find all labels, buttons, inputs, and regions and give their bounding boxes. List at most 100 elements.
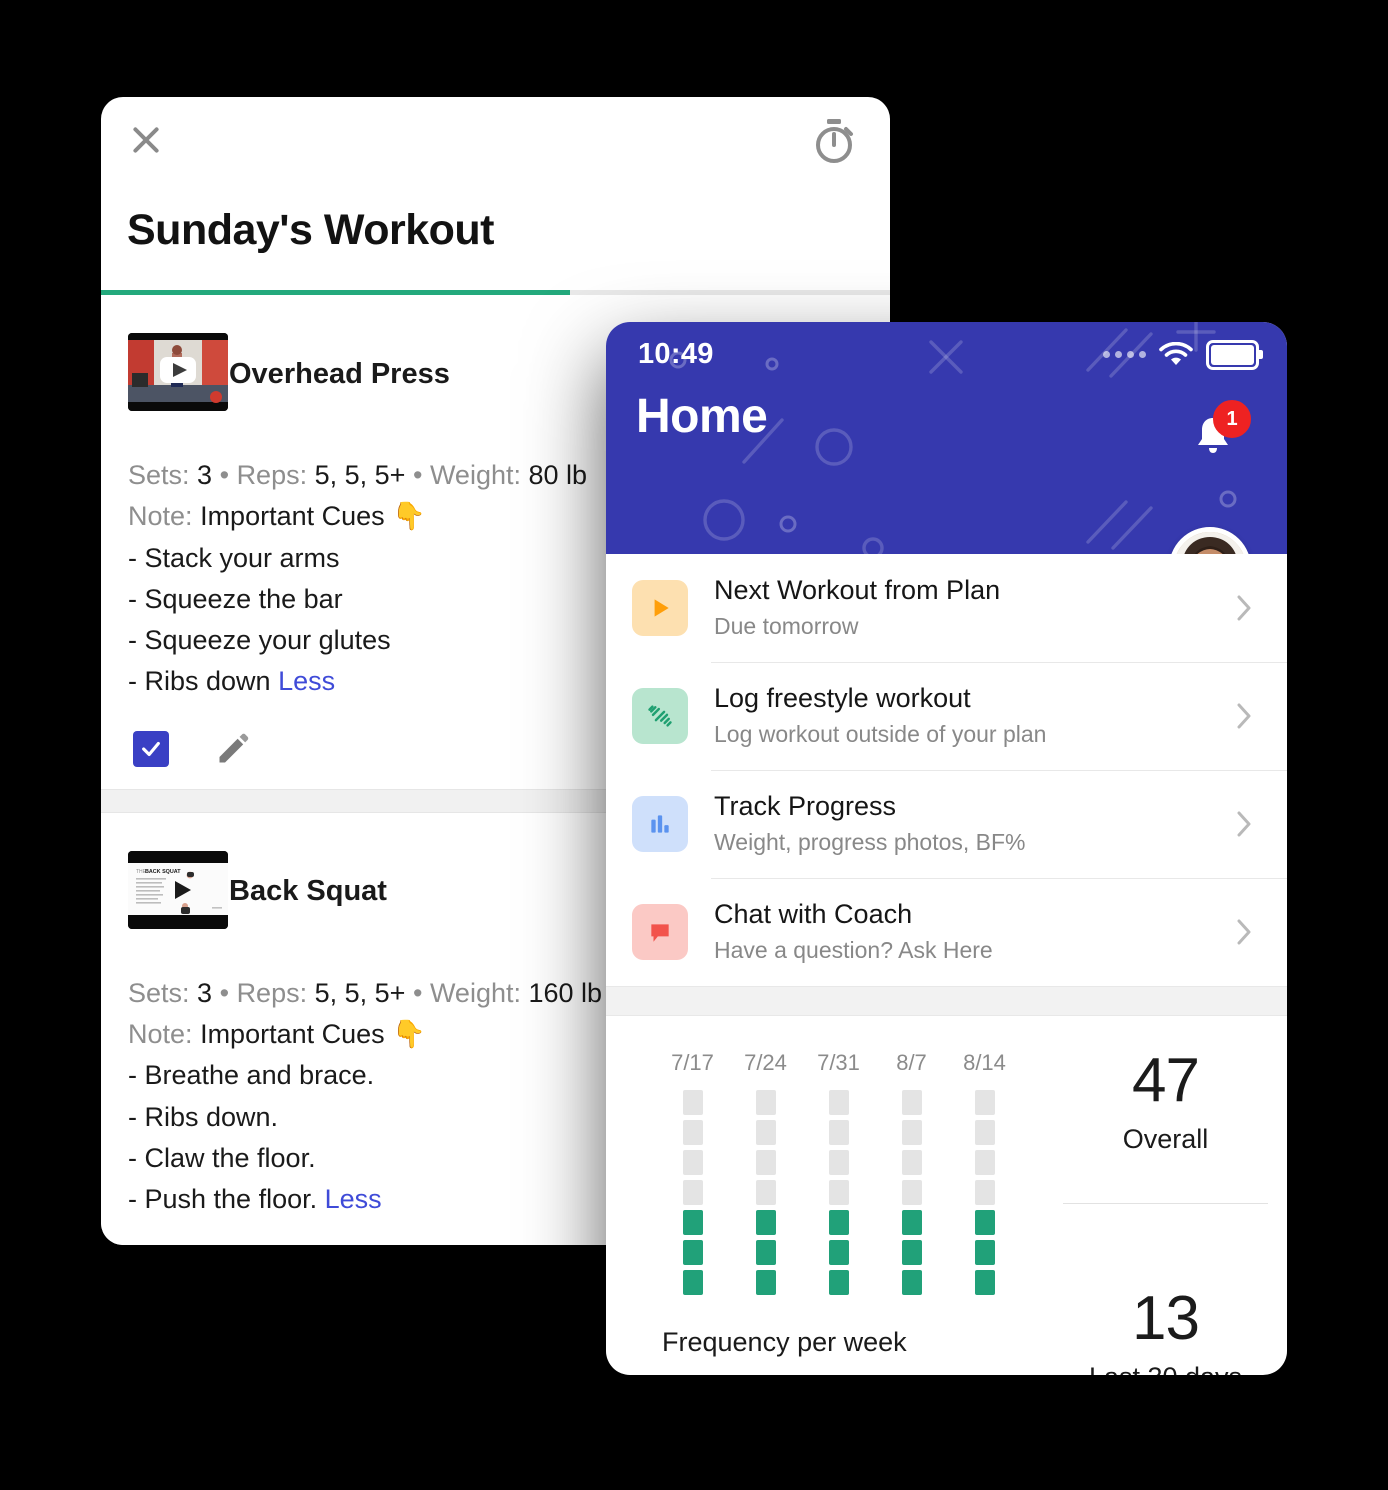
screenshot-stage: Sunday's Workout Overhead Press Sets: 3 …	[0, 0, 1388, 1490]
signal-dots-icon	[1103, 351, 1146, 358]
menu-item-title: Log freestyle workout	[714, 683, 971, 714]
stopwatch-icon[interactable]	[808, 115, 860, 167]
chart-segment-empty	[901, 1120, 922, 1145]
chart-segment-filled	[974, 1240, 995, 1265]
meta-separator: •	[412, 977, 423, 1008]
chevron-right-icon	[1237, 919, 1251, 945]
chart-segment-filled	[682, 1270, 703, 1295]
home-menu-list: Next Workout from Plan Due tomorrow Log …	[606, 554, 1287, 986]
chart-segment-filled	[901, 1240, 922, 1265]
summary-metrics: 47 Overall 13 Last 30 days	[1056, 1050, 1287, 1375]
exercise-cue-text: - Push the floor.	[128, 1184, 318, 1215]
exercise-complete-checkbox[interactable]	[133, 730, 169, 767]
notifications-button[interactable]: 1	[1187, 400, 1251, 464]
workout-card-topbar	[101, 97, 890, 197]
pointing-down-emoji: 👇	[392, 501, 426, 532]
chart-segment-empty	[828, 1150, 849, 1175]
menu-item-text: Next Workout from Plan Due tomorrow	[714, 574, 1237, 642]
chart-segment-empty	[901, 1150, 922, 1175]
menu-item-text: Log freestyle workout Log workout outsid…	[714, 682, 1237, 750]
pointing-down-emoji: 👇	[392, 1019, 426, 1050]
menu-item-title: Track Progress	[714, 791, 897, 822]
sets-label: Sets:	[128, 977, 190, 1008]
menu-item-text: Chat with Coach Have a question? Ask Her…	[714, 898, 1237, 966]
chart-bars	[656, 1090, 1056, 1295]
chart-segment-empty	[828, 1180, 849, 1205]
less-link[interactable]: Less	[278, 666, 335, 696]
chart-segment-filled	[755, 1240, 776, 1265]
chart-segment-filled	[828, 1210, 849, 1235]
chevron-right-icon	[1237, 595, 1251, 621]
chart-segment-empty	[755, 1120, 776, 1145]
user-avatar[interactable]	[1169, 527, 1251, 554]
svg-text:BACK SQUAT: BACK SQUAT	[145, 869, 181, 875]
pencil-icon[interactable]	[215, 731, 251, 767]
chart-segment-filled	[828, 1270, 849, 1295]
weight-value: 160 lb	[528, 977, 603, 1008]
chart-segment-empty	[901, 1090, 922, 1115]
chart-segment-empty	[682, 1090, 703, 1115]
menu-item-track-progress[interactable]: Track Progress Weight, progress photos, …	[606, 770, 1287, 878]
chart-segment-empty	[755, 1150, 776, 1175]
note-value: Important Cues	[200, 501, 385, 532]
stats-panel: 7/17 7/24 7/31 8/7 8/14 Frequency per we…	[606, 1016, 1287, 1375]
video-thumbnail-overhead-press[interactable]	[128, 333, 228, 411]
last30-label: Last 30 days	[1089, 1362, 1242, 1375]
video-thumbnail-back-squat[interactable]: THE BACK SQUAT	[128, 850, 228, 929]
chart-segment-filled	[901, 1270, 922, 1295]
note-label: Note:	[128, 501, 193, 532]
less-link[interactable]: Less	[325, 1184, 382, 1214]
chart-segment-empty	[755, 1180, 776, 1205]
close-icon[interactable]	[125, 119, 167, 161]
wifi-icon	[1159, 342, 1193, 365]
menu-item-log-freestyle[interactable]: Log freestyle workout Log workout outsid…	[606, 662, 1287, 770]
menu-item-next-workout[interactable]: Next Workout from Plan Due tomorrow	[606, 554, 1287, 662]
menu-item-chat-with-coach[interactable]: Chat with Coach Have a question? Ask Her…	[606, 878, 1287, 986]
note-label: Note:	[128, 1019, 193, 1050]
chart-segment-filled	[755, 1210, 776, 1235]
last30-value: 13	[1132, 1284, 1200, 1353]
chevron-right-icon	[1237, 811, 1251, 837]
meta-separator: •	[219, 977, 230, 1008]
reps-label: Reps:	[236, 460, 308, 490]
chart-bar	[729, 1090, 802, 1295]
page-title: Home	[636, 390, 768, 443]
chart-segment-empty	[828, 1120, 849, 1145]
chart-segment-empty	[974, 1090, 995, 1115]
battery-icon	[1206, 339, 1263, 370]
menu-item-subtitle: Log workout outside of your plan	[714, 720, 1047, 747]
reps-label: Reps:	[236, 977, 308, 1008]
menu-item-title: Next Workout from Plan	[714, 575, 1001, 606]
chart-x-tick-labels: 7/17 7/24 7/31 8/7 8/14	[656, 1050, 1056, 1076]
chart-segment-empty	[682, 1180, 703, 1205]
menu-item-text: Track Progress Weight, progress photos, …	[714, 790, 1237, 858]
frequency-chart: 7/17 7/24 7/31 8/7 8/14 Frequency per we…	[606, 1050, 1056, 1375]
bar-chart-icon	[632, 796, 688, 852]
chart-segment-empty	[974, 1120, 995, 1145]
chart-segment-empty	[974, 1180, 995, 1205]
weight-label: Weight:	[429, 460, 521, 490]
exercise-name: Back Squat	[229, 875, 387, 908]
chart-segment-empty	[901, 1180, 922, 1205]
sets-label: Sets:	[128, 460, 190, 490]
panel-divider	[606, 986, 1287, 1016]
sets-value: 3	[197, 460, 213, 490]
chart-segment-filled	[974, 1210, 995, 1235]
status-clock: 10:49	[638, 338, 714, 370]
menu-item-subtitle: Due tomorrow	[714, 612, 859, 639]
notification-badge: 1	[1213, 400, 1251, 438]
chevron-right-icon	[1237, 703, 1251, 729]
chart-caption: Frequency per week	[662, 1327, 907, 1357]
sets-value: 3	[197, 977, 213, 1008]
chart-tick: 8/7	[896, 1050, 927, 1075]
chart-segment-empty	[755, 1090, 776, 1115]
meta-separator: •	[412, 460, 423, 490]
chart-segment-filled	[682, 1210, 703, 1235]
chart-segment-empty	[974, 1150, 995, 1175]
dumbbell-icon	[632, 688, 688, 744]
overall-value: 47	[1132, 1046, 1200, 1115]
chart-segment-filled	[828, 1240, 849, 1265]
chart-tick: 7/17	[671, 1050, 714, 1075]
chart-bar	[875, 1090, 948, 1295]
chart-segment-empty	[682, 1150, 703, 1175]
